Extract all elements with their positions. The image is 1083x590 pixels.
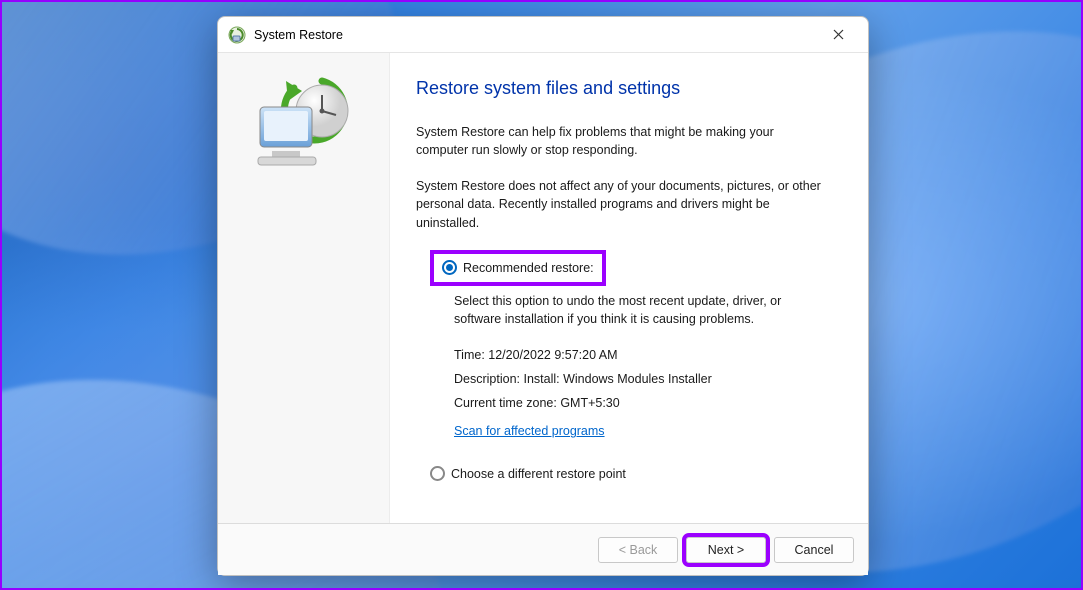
- restore-time-row: Time: 12/20/2022 9:57:20 AM: [454, 346, 838, 364]
- intro-paragraph-2: System Restore does not affect any of yo…: [416, 177, 826, 231]
- wizard-sidebar: [218, 53, 390, 523]
- cancel-button[interactable]: Cancel: [774, 537, 854, 563]
- titlebar[interactable]: System Restore: [218, 17, 868, 53]
- system-restore-icon: [228, 26, 246, 44]
- close-icon: [833, 29, 844, 40]
- recommended-restore-label: Recommended restore:: [463, 259, 594, 277]
- next-button[interactable]: Next >: [686, 537, 766, 563]
- scan-affected-programs-link[interactable]: Scan for affected programs: [454, 422, 605, 440]
- radio-selected-icon: [442, 260, 457, 275]
- system-restore-window: System Restore: [217, 16, 869, 576]
- radio-unselected-icon: [430, 466, 445, 481]
- choose-different-point-label: Choose a different restore point: [451, 465, 626, 483]
- restore-timezone-row: Current time zone: GMT+5:30: [454, 394, 838, 412]
- recommended-restore-description: Select this option to undo the most rece…: [454, 292, 794, 328]
- close-button[interactable]: [816, 20, 860, 50]
- desktop-background: System Restore: [0, 0, 1083, 590]
- wizard-footer: < Back Next > Cancel: [218, 523, 868, 575]
- choose-different-point-radio[interactable]: Choose a different restore point: [430, 465, 838, 483]
- recommended-restore-radio[interactable]: Recommended restore:: [430, 250, 606, 286]
- restore-illustration-icon: [244, 73, 364, 183]
- window-title: System Restore: [254, 28, 343, 42]
- wizard-content: Restore system files and settings System…: [390, 53, 868, 523]
- page-heading: Restore system files and settings: [416, 75, 838, 101]
- intro-paragraph-1: System Restore can help fix problems tha…: [416, 123, 826, 159]
- restore-description-row: Description: Install: Windows Modules In…: [454, 370, 838, 388]
- back-button: < Back: [598, 537, 678, 563]
